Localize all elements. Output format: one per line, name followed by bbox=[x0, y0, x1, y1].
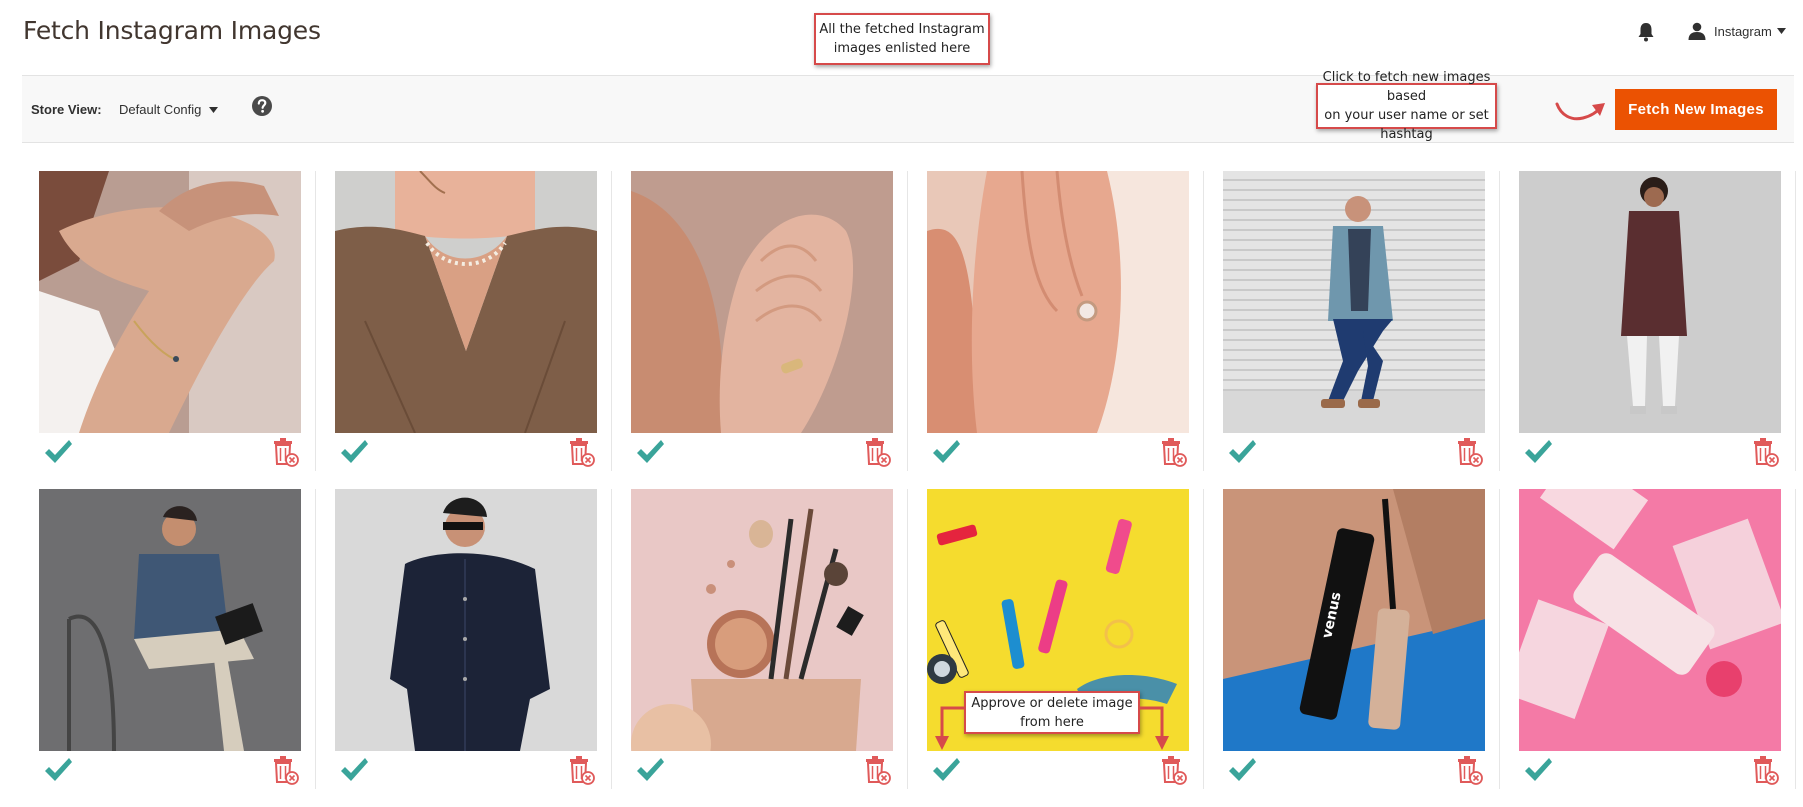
column-divider bbox=[1499, 171, 1500, 471]
chevron-down-icon bbox=[209, 106, 219, 113]
column-divider bbox=[1795, 489, 1796, 789]
fetch-new-images-button[interactable]: Fetch New Images bbox=[1615, 89, 1777, 130]
delete-trash-icon[interactable] bbox=[1751, 755, 1779, 785]
instagram-image[interactable] bbox=[1519, 489, 1781, 751]
column-divider bbox=[315, 489, 316, 789]
column-divider bbox=[1795, 171, 1796, 471]
instagram-image[interactable]: venus bbox=[1223, 489, 1485, 751]
approve-check-icon[interactable] bbox=[43, 438, 73, 466]
approve-check-icon[interactable] bbox=[339, 438, 369, 466]
image-card bbox=[335, 489, 597, 799]
annotation-arrow-icon bbox=[935, 706, 964, 750]
image-card bbox=[39, 171, 301, 481]
instagram-image[interactable] bbox=[39, 171, 301, 433]
column-divider bbox=[1203, 171, 1204, 471]
user-menu[interactable]: Instagram bbox=[1688, 20, 1786, 42]
annotation-fetch-new: Click to fetch new images based on your … bbox=[1316, 70, 1497, 142]
delete-trash-icon[interactable] bbox=[271, 437, 299, 467]
column-divider bbox=[907, 171, 908, 471]
image-card bbox=[631, 171, 893, 481]
store-view-label: Store View: bbox=[31, 102, 102, 117]
delete-trash-icon[interactable] bbox=[271, 755, 299, 785]
user-icon bbox=[1688, 22, 1706, 40]
image-card bbox=[335, 171, 597, 481]
column-divider bbox=[907, 489, 908, 789]
image-card bbox=[927, 171, 1189, 481]
delete-trash-icon[interactable] bbox=[863, 437, 891, 467]
delete-trash-icon[interactable] bbox=[567, 437, 595, 467]
instagram-image[interactable] bbox=[39, 489, 301, 751]
delete-trash-icon[interactable] bbox=[1159, 755, 1187, 785]
bell-icon[interactable] bbox=[1636, 21, 1656, 43]
image-card bbox=[927, 489, 1189, 799]
image-card: venus bbox=[1223, 489, 1485, 799]
annotation-fetched-images: All the fetched Instagram images enliste… bbox=[814, 13, 990, 65]
approve-check-icon[interactable] bbox=[931, 756, 961, 784]
column-divider bbox=[611, 171, 612, 471]
image-card bbox=[1519, 489, 1781, 799]
approve-check-icon[interactable] bbox=[43, 756, 73, 784]
page-title: Fetch Instagram Images bbox=[23, 16, 321, 45]
instagram-image[interactable] bbox=[335, 171, 597, 433]
delete-trash-icon[interactable] bbox=[1159, 437, 1187, 467]
delete-trash-icon[interactable] bbox=[1455, 755, 1483, 785]
help-icon[interactable] bbox=[251, 95, 273, 117]
delete-trash-icon[interactable] bbox=[1751, 437, 1779, 467]
instagram-image[interactable] bbox=[631, 171, 893, 433]
column-divider bbox=[611, 489, 612, 789]
instagram-image[interactable] bbox=[927, 171, 1189, 433]
image-card bbox=[39, 489, 301, 799]
approve-check-icon[interactable] bbox=[1227, 438, 1257, 466]
annotation-arrow-icon bbox=[1140, 706, 1169, 750]
annotation-approve-delete: Approve or delete image from here bbox=[964, 691, 1140, 734]
store-view-value: Default Config bbox=[119, 102, 202, 117]
column-divider bbox=[1499, 489, 1500, 789]
approve-check-icon[interactable] bbox=[635, 438, 665, 466]
image-card bbox=[1223, 171, 1485, 481]
annotation-arrow-icon bbox=[1555, 102, 1605, 121]
approve-check-icon[interactable] bbox=[635, 756, 665, 784]
store-view-switcher[interactable]: Default Config bbox=[119, 102, 219, 117]
approve-check-icon[interactable] bbox=[339, 756, 369, 784]
instagram-image[interactable] bbox=[631, 489, 893, 751]
store-view-toolbar: Store View: Default Config Fetch New Ima… bbox=[22, 75, 1794, 143]
approve-check-icon[interactable] bbox=[1523, 756, 1553, 784]
instagram-image[interactable] bbox=[335, 489, 597, 751]
column-divider bbox=[315, 171, 316, 471]
delete-trash-icon[interactable] bbox=[567, 755, 595, 785]
image-card bbox=[1519, 171, 1781, 481]
user-name: Instagram bbox=[1714, 23, 1772, 39]
instagram-image[interactable] bbox=[1519, 171, 1781, 433]
delete-trash-icon[interactable] bbox=[863, 755, 891, 785]
delete-trash-icon[interactable] bbox=[1455, 437, 1483, 467]
approve-check-icon[interactable] bbox=[931, 438, 961, 466]
approve-check-icon[interactable] bbox=[1227, 756, 1257, 784]
approve-check-icon[interactable] bbox=[1523, 438, 1553, 466]
chevron-down-icon bbox=[1776, 28, 1786, 34]
column-divider bbox=[1203, 489, 1204, 789]
instagram-image[interactable] bbox=[1223, 171, 1485, 433]
image-card bbox=[631, 489, 893, 799]
